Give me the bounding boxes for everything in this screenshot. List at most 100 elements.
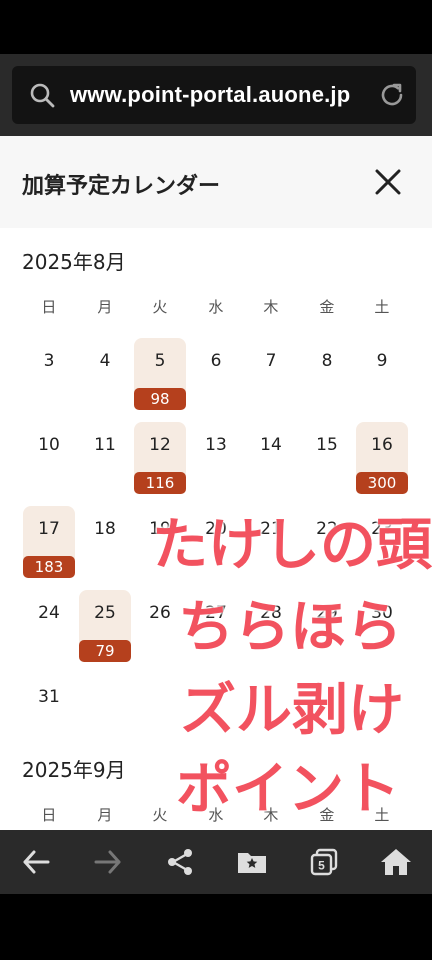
calendar-day: 3	[23, 338, 75, 410]
calendar-day: 31	[23, 674, 75, 746]
calendar-day: 23	[356, 506, 408, 578]
arrow-left-icon	[23, 850, 50, 874]
bookmarks-button[interactable]	[222, 830, 282, 894]
calendar-day: 19	[134, 506, 186, 578]
month-august: 2025年8月 日 月 火 水 木 金 土 3 4 5 98 6 7 8 9 10 11 12 116 13 14 15…	[0, 246, 432, 726]
weekday-label: 水	[208, 298, 224, 316]
weekday-label: 金	[319, 806, 335, 824]
back-button[interactable]	[6, 830, 66, 894]
reload-icon[interactable]	[370, 66, 414, 124]
weekday-label: 火	[152, 806, 168, 824]
share-button[interactable]	[150, 830, 210, 894]
day-number: 26	[149, 603, 171, 623]
day-number: 21	[260, 519, 282, 539]
calendar-day: 26	[134, 590, 186, 662]
day-number: 30	[371, 603, 393, 623]
calendar-day: 30	[356, 590, 408, 662]
day-number: 3	[43, 351, 55, 371]
day-number: 19	[149, 519, 171, 539]
day-number: 28	[260, 603, 282, 623]
points-badge: 98	[134, 388, 186, 410]
calendar-day: 27	[190, 590, 242, 662]
calendar-day: 14	[245, 422, 297, 494]
calendar-day: 9	[356, 338, 408, 410]
home-icon	[381, 849, 411, 875]
calendar-day-with-points[interactable]: 12 116	[134, 422, 186, 494]
system-nav-area	[0, 894, 432, 960]
day-number: 13	[205, 435, 227, 455]
day-number: 27	[205, 603, 227, 623]
url-bar[interactable]: www.point-portal.auone.jp	[12, 66, 416, 124]
day-number: 9	[376, 351, 388, 371]
close-button[interactable]	[364, 158, 412, 206]
weekday-label: 火	[152, 298, 168, 316]
sheet-header: 加算予定カレンダー	[0, 136, 432, 228]
day-number: 5	[154, 351, 166, 371]
calendar-day: 7	[245, 338, 297, 410]
month-title: 2025年8月	[22, 250, 126, 274]
day-number: 4	[99, 351, 111, 371]
calendar-sheet: 加算予定カレンダー 2025年8月 日月火水木金土 3 4 5 98 6 7 8 9 10 11 1…	[0, 136, 432, 830]
tabs-button[interactable]: 5	[294, 830, 354, 894]
search-icon	[20, 66, 64, 124]
calendar-day-with-points[interactable]: 16 300	[356, 422, 408, 494]
browser-toolbar: www.point-portal.auone.jp	[0, 54, 432, 136]
weekday-label: 日	[41, 806, 57, 824]
day-number: 11	[94, 435, 116, 455]
weekday-label: 土	[374, 298, 390, 316]
calendar-day: 21	[245, 506, 297, 578]
tab-count: 5	[318, 859, 325, 873]
day-number: 12	[149, 435, 171, 455]
weekday-label: 金	[319, 298, 335, 316]
day-number: 6	[210, 351, 222, 371]
bookmark-folder-icon	[238, 853, 266, 873]
calendar-day-with-points[interactable]: 5 98	[134, 338, 186, 410]
share-icon	[168, 849, 192, 875]
calendar-day: 22	[301, 506, 353, 578]
calendar-day: 6	[190, 338, 242, 410]
calendar-day: 13	[190, 422, 242, 494]
status-bar	[0, 0, 432, 54]
weekday-label: 日	[41, 298, 57, 316]
weekday-label: 木	[263, 298, 279, 316]
tabs-icon: 5	[310, 848, 338, 876]
points-badge: 116	[134, 472, 186, 494]
close-icon	[375, 169, 401, 195]
weekday-label: 月	[97, 298, 113, 316]
day-number: 14	[260, 435, 282, 455]
arrow-right-icon	[94, 850, 121, 874]
day-number: 23	[371, 519, 393, 539]
day-number: 29	[316, 603, 338, 623]
day-number: 20	[205, 519, 227, 539]
weekday-label: 月	[97, 806, 113, 824]
day-number: 24	[38, 603, 60, 623]
day-number: 8	[321, 351, 333, 371]
day-number: 16	[371, 435, 393, 455]
calendar-day: 20	[190, 506, 242, 578]
day-number: 17	[38, 519, 60, 539]
calendar-day: 28	[245, 590, 297, 662]
home-button[interactable]	[366, 830, 426, 894]
forward-button[interactable]	[78, 830, 138, 894]
day-number: 31	[38, 687, 60, 707]
sheet-title: 加算予定カレンダー	[22, 174, 221, 199]
day-number: 15	[316, 435, 338, 455]
url-text[interactable]: www.point-portal.auone.jp	[70, 82, 370, 108]
day-number: 22	[316, 519, 338, 539]
browser-bottom-bar: 5	[0, 830, 432, 894]
calendar-day-with-points[interactable]: 25 79	[79, 590, 131, 662]
calendar-day: 29	[301, 590, 353, 662]
calendar-day-with-points[interactable]: 17 183	[23, 506, 75, 578]
day-number: 10	[38, 435, 60, 455]
points-badge: 79	[79, 640, 131, 662]
calendar-day: 11	[79, 422, 131, 494]
calendar-day: 24	[23, 590, 75, 662]
weekday-label: 水	[208, 806, 224, 824]
weekday-label: 土	[374, 806, 390, 824]
calendar-day: 10	[23, 422, 75, 494]
day-number: 25	[94, 603, 116, 623]
points-badge: 183	[23, 556, 75, 578]
weekday-header: 日月火水木金土	[21, 296, 411, 316]
calendar-day: 4	[79, 338, 131, 410]
month-title: 2025年9月	[22, 758, 126, 782]
